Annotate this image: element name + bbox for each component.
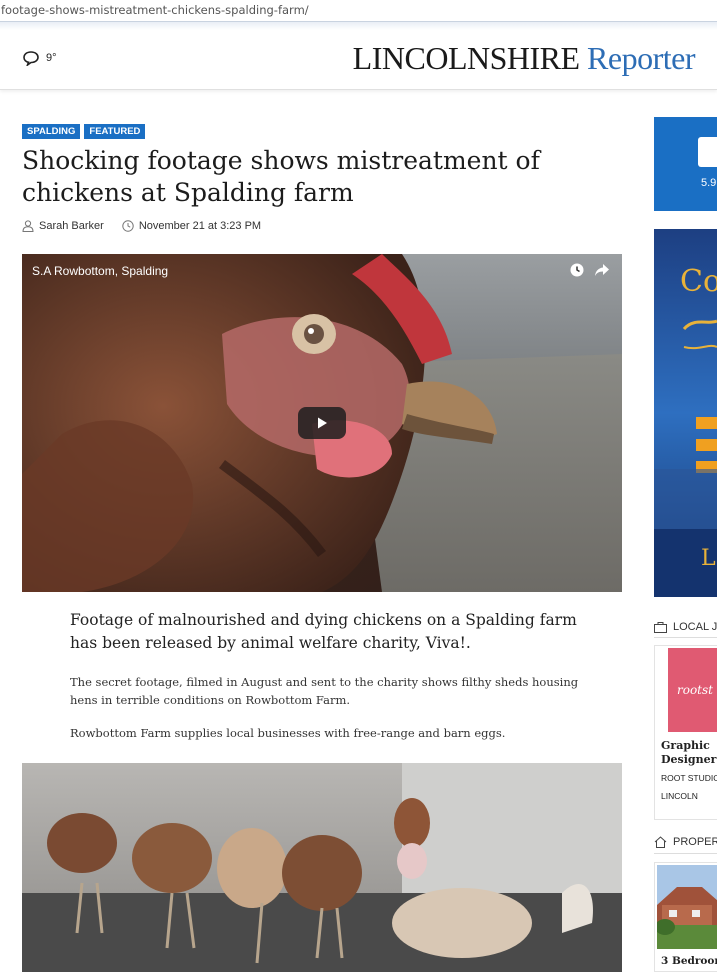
article-title: Shocking footage shows mistreatment of c… [22,146,540,207]
advertisement-banner[interactable]: Co L [654,229,717,597]
article-lede: Footage of malnourished and dying chicke… [70,611,577,652]
ad-text-bottom: L [701,546,716,571]
article-paragraph: The secret footage, filmed in August and… [70,675,579,707]
video-title[interactable]: S.A Rowbottom, Spalding [32,264,168,278]
job-card[interactable]: rootst Graphic Designer ROOT STUDIO LINC… [654,645,717,820]
property-photo [657,865,717,949]
facebook-widget[interactable]: 5.9 [654,117,717,211]
tag-spalding[interactable]: SPALDING [22,124,81,139]
property-card[interactable]: 3 Bedroom [654,862,717,972]
logo-reporter: Reporter [587,40,695,76]
user-icon [22,220,34,232]
video-controls [570,263,610,277]
facebook-count: 5.9 [701,177,717,189]
divider [654,853,717,854]
play-icon [318,417,327,429]
site-header: 9° LINCOLNSHIRE Reporter [0,30,717,90]
house-photo-image [657,865,717,949]
date-meta: November 21 at 3:23 PM [122,220,261,232]
address-bar-url: footage-shows-mistreatment-chickens-spal… [1,3,309,17]
facebook-icon [698,137,717,167]
property-heading: PROPER [654,836,717,848]
author-meta: Sarah Barker [22,220,104,232]
clock-icon [122,220,134,232]
job-title[interactable]: Graphic Designer [661,739,717,767]
temperature: 9° [46,52,57,64]
weather-widget[interactable]: 9° [22,50,57,66]
article-meta: Sarah Barker November 21 at 3:23 PM [22,220,261,232]
local-jobs-label: LOCAL J [673,621,717,633]
chickens-photo-image [22,763,622,972]
local-jobs-heading: LOCAL J [654,621,717,633]
play-button[interactable] [298,407,346,439]
briefcase-icon [654,621,667,633]
toolbar-shadow [0,22,717,30]
property-label: PROPER [673,836,717,848]
share-icon[interactable] [594,263,610,277]
cloud-icon [23,51,39,66]
publish-date: November 21 at 3:23 PM [138,220,262,232]
job-company: ROOT STUDIO [661,773,717,783]
job-logo-text: rootst [677,683,713,697]
author-name[interactable]: Sarah Barker [39,220,104,232]
chickens-shed-photo [22,763,622,972]
property-title[interactable]: 3 Bedroom [661,955,717,967]
house-icon [654,836,667,848]
video-player[interactable]: S.A Rowbottom, Spalding [22,254,622,592]
ad-image: Co L [654,229,717,597]
logo-lincolnshire: LINCOLNSHIRE [352,40,580,76]
site-logo[interactable]: LINCOLNSHIRE Reporter [352,40,696,77]
address-bar[interactable]: footage-shows-mistreatment-chickens-spal… [0,0,717,22]
watch-later-icon[interactable] [570,263,584,277]
job-location: LINCOLN [661,791,698,801]
ad-text-top: Co [680,264,717,299]
job-company-logo: rootst [668,648,717,732]
article-paragraph: Rowbottom Farm supplies local businesses… [70,726,506,740]
tag-featured[interactable]: FEATURED [84,124,146,139]
article-tags: SPALDING FEATURED [22,124,146,139]
divider [654,637,717,638]
